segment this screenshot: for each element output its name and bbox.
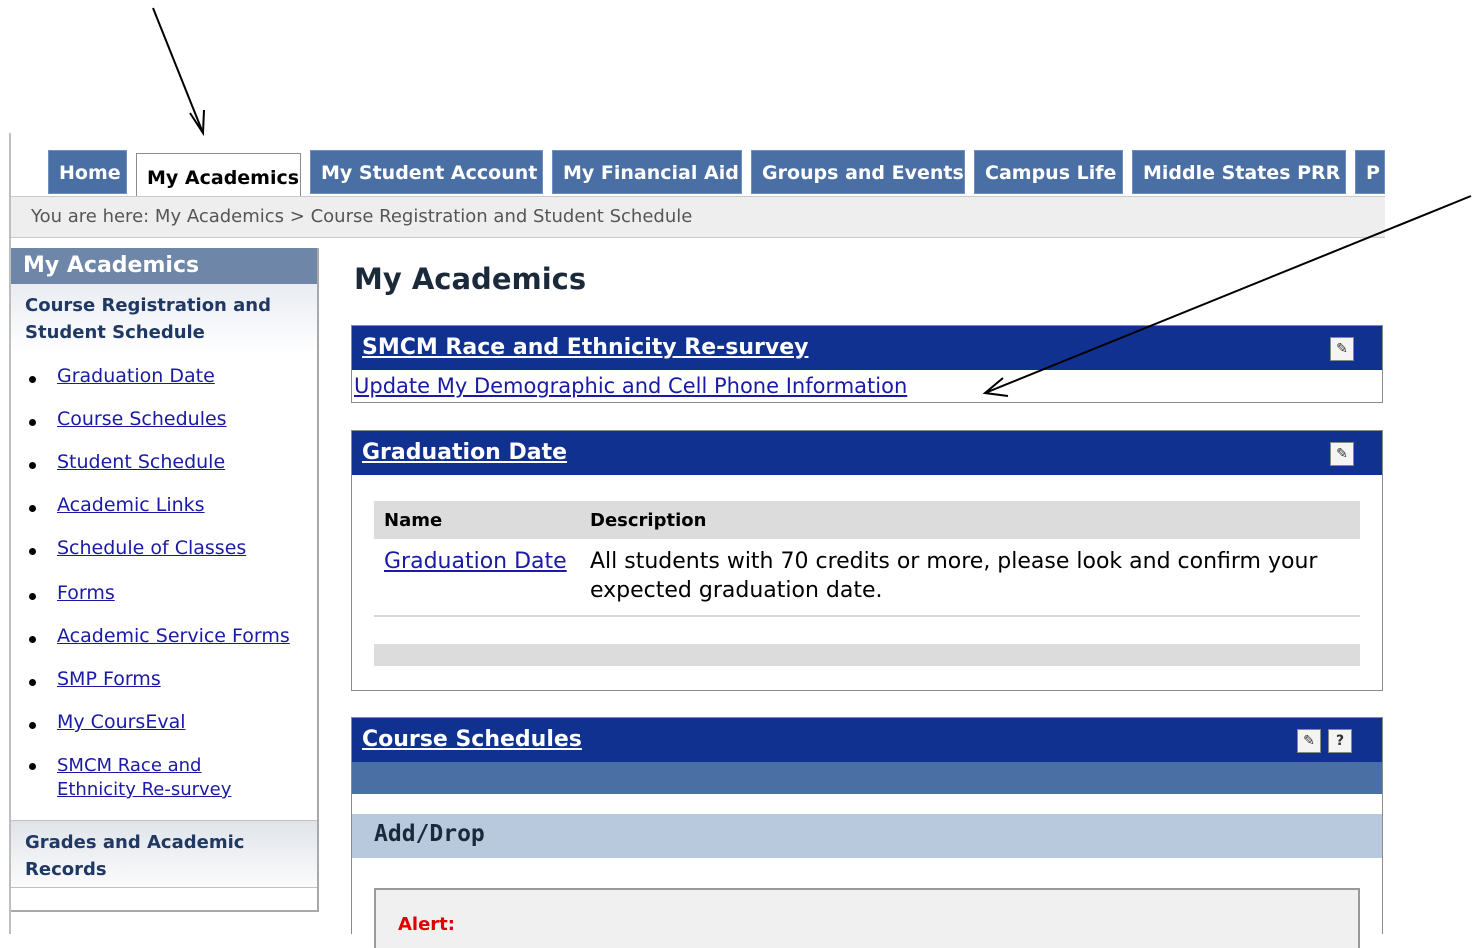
tab-my-financial-aid-label: My Financial Aid — [563, 162, 739, 184]
bullet-icon — [29, 462, 36, 469]
sidebar-section-course-registration[interactable]: Course Registration and Student Schedule — [11, 284, 317, 354]
bullet-icon — [29, 722, 36, 729]
tab-my-student-account[interactable]: My Student Account — [310, 150, 543, 194]
bullet-icon — [29, 419, 36, 426]
sidebar-link-forms[interactable]: Forms — [57, 582, 115, 604]
tab-my-academics-label: My Academics — [147, 167, 300, 189]
table-header-row: Name Description — [374, 501, 1360, 539]
graduation-date-portlet-title[interactable]: Graduation Date — [362, 440, 567, 465]
sidebar-list-item: Student Schedule — [11, 451, 225, 473]
settings-wrench-icon[interactable]: ✎ — [1330, 337, 1354, 361]
graduation-date-link[interactable]: Graduation Date — [384, 549, 567, 574]
sidebar-link-academic-links[interactable]: Academic Links — [57, 494, 205, 516]
add-drop-header: Add/Drop — [352, 814, 1382, 858]
tab-middle-states-prr-label: Middle States PRR — [1143, 162, 1341, 184]
tab-home-label: Home — [59, 162, 121, 184]
bullet-icon — [29, 636, 36, 643]
settings-wrench-icon[interactable]: ✎ — [1330, 442, 1354, 466]
table-footer-bar — [374, 644, 1360, 666]
graduation-date-portlet: Graduation Date ✎ Name Description Gradu… — [351, 430, 1383, 691]
arrow-to-my-academics-tab — [152, 7, 205, 137]
bullet-icon — [29, 548, 36, 555]
tab-my-academics[interactable]: My Academics — [136, 153, 301, 198]
graduation-table: Name Description Graduation Date All stu… — [374, 501, 1360, 617]
sidebar-link-my-courseval[interactable]: My CoursEval — [57, 711, 186, 733]
sidebar-list-item: Schedule of Classes — [11, 537, 246, 559]
sidebar-link-smp-forms[interactable]: SMP Forms — [57, 668, 161, 690]
tab-groups-and-events-label: Groups and Events — [762, 162, 964, 184]
bullet-icon — [29, 505, 36, 512]
course-schedules-blue-band — [352, 762, 1382, 794]
bullet-icon — [29, 763, 36, 770]
race-survey-portlet: SMCM Race and Ethnicity Re-survey ✎ Upda… — [351, 325, 1383, 403]
tab-middle-states-prr[interactable]: Middle States PRR — [1132, 150, 1346, 194]
breadcrumb-text: You are here: My Academics > Course Regi… — [31, 206, 693, 227]
race-survey-portlet-title[interactable]: SMCM Race and Ethnicity Re-survey — [362, 335, 808, 360]
sidebar-link-race-ethnicity-resurvey[interactable]: SMCM Race and Ethnicity Re-survey — [57, 755, 231, 800]
tab-truncated-label: P — [1366, 162, 1380, 184]
sidebar-list-item: SMCM Race and Ethnicity Re-survey — [11, 754, 257, 802]
page-title: My Academics — [354, 262, 587, 296]
course-schedules-portlet-header: Course Schedules ✎ ? — [352, 718, 1382, 762]
breadcrumb: You are here: My Academics > Course Regi… — [11, 196, 1385, 238]
sidebar-list-item: Forms — [11, 582, 115, 604]
sidebar-list-item: My CoursEval — [11, 711, 186, 733]
sidebar-link-graduation-date[interactable]: Graduation Date — [57, 365, 215, 387]
sidebar-link-course-schedules[interactable]: Course Schedules — [57, 408, 227, 430]
tab-home[interactable]: Home — [48, 150, 127, 194]
column-header-description: Description — [580, 501, 1360, 539]
sidebar-list-item: Academic Service Forms — [11, 625, 290, 647]
tab-truncated[interactable]: P — [1355, 150, 1385, 194]
help-icon[interactable]: ? — [1328, 729, 1352, 753]
tab-my-financial-aid[interactable]: My Financial Aid — [552, 150, 742, 194]
table-row: Graduation Date All students with 70 cre… — [374, 539, 1360, 617]
tab-my-student-account-label: My Student Account — [321, 162, 538, 184]
tab-groups-and-events[interactable]: Groups and Events — [751, 150, 965, 194]
course-schedules-portlet: Course Schedules ✎ ? Add/Drop Alert: — [351, 717, 1383, 948]
update-demographic-link[interactable]: Update My Demographic and Cell Phone Inf… — [354, 374, 907, 398]
sidebar-title: My Academics — [11, 248, 317, 284]
sidebar-list-item: Course Schedules — [11, 408, 227, 430]
sidebar-list-item: SMP Forms — [11, 668, 161, 690]
sidebar-section-grades[interactable]: Grades and Academic Records — [11, 820, 317, 888]
graduation-date-portlet-header: Graduation Date ✎ — [352, 431, 1382, 475]
sidebar-link-student-schedule[interactable]: Student Schedule — [57, 451, 225, 473]
sidebar-link-schedule-of-classes[interactable]: Schedule of Classes — [57, 537, 246, 559]
alert-label: Alert: — [398, 914, 455, 935]
sidebar-list-item: Academic Links — [11, 494, 205, 516]
tab-campus-life[interactable]: Campus Life — [974, 150, 1123, 194]
sidebar-list-item: Graduation Date — [11, 365, 215, 387]
tab-campus-life-label: Campus Life — [985, 162, 1117, 184]
sidebar: My Academics Course Registration and Stu… — [11, 248, 319, 912]
alert-box: Alert: — [374, 888, 1360, 948]
race-survey-portlet-header: SMCM Race and Ethnicity Re-survey ✎ — [352, 326, 1382, 370]
bullet-icon — [29, 679, 36, 686]
course-schedules-portlet-title[interactable]: Course Schedules — [362, 727, 582, 752]
table-cell-name: Graduation Date — [374, 539, 580, 617]
settings-wrench-icon[interactable]: ✎ — [1297, 729, 1321, 753]
bullet-icon — [29, 376, 36, 383]
table-cell-description: All students with 70 credits or more, pl… — [580, 539, 1360, 617]
column-header-name: Name — [374, 501, 580, 539]
bullet-icon — [29, 593, 36, 600]
sidebar-link-academic-service-forms[interactable]: Academic Service Forms — [57, 625, 290, 647]
add-drop-title: Add/Drop — [374, 821, 485, 847]
